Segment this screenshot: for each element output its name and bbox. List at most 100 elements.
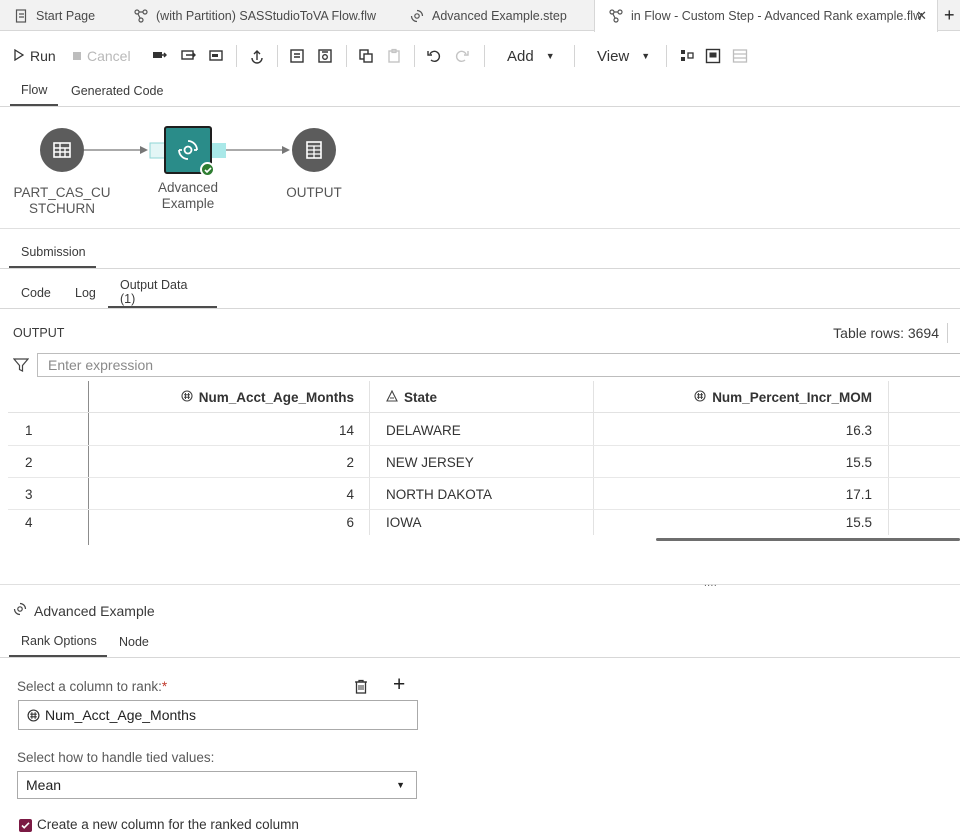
add-icon[interactable]: + — [393, 673, 405, 697]
cell-num-percent-incr-mom: 17.1 — [845, 486, 872, 502]
custom-step-icon — [410, 9, 424, 23]
node-label: Example — [161, 196, 215, 211]
run-button[interactable]: Run — [14, 38, 56, 74]
numeric-icon — [27, 708, 40, 722]
cell-num-percent-incr-mom: 15.5 — [845, 515, 872, 530]
cancel-button[interactable]: Cancel — [72, 38, 131, 74]
redo-button[interactable] — [454, 38, 470, 74]
tab-flow[interactable]: Flow — [10, 76, 59, 106]
save-icon — [290, 49, 304, 63]
arrange-icon — [681, 50, 694, 61]
flow-node-output[interactable]: OUTPUT — [254, 128, 374, 201]
caret-down-icon: ▼ — [396, 780, 405, 790]
tab-label: Advanced Example.step — [432, 8, 567, 23]
redo-icon — [455, 50, 469, 63]
create-ranked-column-checkbox[interactable] — [19, 819, 32, 832]
tab-node[interactable]: Node — [119, 627, 149, 657]
tab-log[interactable]: Log — [75, 278, 96, 308]
undo-button[interactable] — [426, 38, 442, 74]
column-header-label: Num_Percent_Incr_MOM — [712, 389, 872, 405]
table-row[interactable]: 3 4 NORTH DAKOTA 17.1 — [8, 478, 960, 510]
upload-icon — [251, 50, 263, 64]
tab-output-data[interactable]: Output Data (1) — [108, 278, 217, 308]
view-menu-button[interactable]: View ▼ — [597, 38, 650, 74]
horizontal-scrollbar[interactable] — [656, 538, 960, 541]
node-circle — [40, 128, 84, 172]
run-to-node-button[interactable] — [180, 38, 196, 74]
tab-label: Flow — [21, 83, 48, 97]
caret-down-icon: ▼ — [641, 51, 651, 61]
run-to-node-icon — [181, 50, 196, 60]
panel-resize-handle[interactable]: .... — [704, 578, 717, 589]
tab-label: Generated Code — [71, 84, 164, 98]
add-menu-button[interactable]: Add ▼ — [507, 38, 555, 74]
tab-label: Rank Options — [21, 634, 97, 648]
row-number: 4 — [25, 515, 33, 530]
delete-icon[interactable] — [354, 679, 368, 697]
tab-sas-flow[interactable]: (with Partition) SASStudioToVA Flow.flw — [120, 0, 392, 31]
tab-submission[interactable]: Submission — [9, 238, 96, 268]
tab-code[interactable]: Code — [21, 278, 51, 308]
paste-button[interactable] — [386, 38, 402, 74]
tied-values-select[interactable]: Mean ▼ — [17, 771, 417, 799]
column-header-num-acct-age-months[interactable]: Num_Acct_Age_Months — [89, 381, 354, 413]
tab-rank-example-flow[interactable]: in Flow - Custom Step - Advanced Rank ex… — [594, 0, 938, 32]
flow-node-input-table[interactable]: PART_CAS_CU STCHURN — [2, 128, 122, 217]
view-label: View — [597, 47, 630, 65]
tab-advanced-example-step[interactable]: Advanced Example.step — [396, 0, 592, 31]
output-data-grid: Num_Acct_Age_Months State Num_Percent_In… — [8, 381, 960, 545]
flow-canvas[interactable]: PART_CAS_CU STCHURN Advanced Example OUT… — [0, 108, 960, 228]
upload-button[interactable] — [249, 38, 265, 74]
table-row[interactable]: 2 2 NEW JERSEY 15.5 — [8, 446, 960, 478]
run-from-node-button[interactable] — [152, 38, 168, 74]
tab-label: (with Partition) SASStudioToVA Flow.flw — [156, 8, 376, 23]
table-row[interactable]: 4 6 IOWA 15.5 — [8, 510, 960, 535]
cell-state: IOWA — [386, 515, 422, 530]
arrange-nodes-button[interactable] — [679, 38, 695, 74]
table-row[interactable]: 1 14 DELAWARE 16.3 — [8, 414, 960, 446]
fit-view-button[interactable] — [705, 38, 721, 74]
copy-button[interactable] — [358, 38, 374, 74]
flow-icon — [609, 9, 623, 23]
create-ranked-column-label: Create a new column for the ranked colum… — [37, 817, 299, 832]
add-tab-icon[interactable]: + — [944, 5, 955, 26]
column-header-label: State — [404, 389, 438, 405]
flow-node-advanced-example[interactable]: Advanced Example — [128, 126, 248, 212]
column-header-label: Num_Acct_Age_Months — [198, 389, 354, 405]
node-label: PART_CAS_CU — [13, 185, 111, 200]
tab-start-page[interactable]: Start Page — [0, 0, 118, 31]
close-icon[interactable]: ✕ — [916, 8, 927, 24]
row-number: 2 — [25, 454, 33, 470]
run-node-button[interactable] — [208, 38, 224, 74]
tab-rank-options[interactable]: Rank Options — [9, 627, 107, 657]
selected-column-value: Num_Acct_Age_Months — [45, 707, 196, 723]
add-label: Add — [507, 47, 534, 65]
column-header-num-percent-incr-mom[interactable]: Num_Percent_Incr_MOM — [594, 381, 872, 413]
run-label: Run — [30, 48, 56, 64]
start-page-icon — [14, 8, 28, 23]
field-label-text: Select a column to rank: — [17, 679, 162, 694]
filter-icon[interactable] — [12, 357, 30, 376]
custom-step-icon — [178, 140, 198, 160]
tab-label: Node — [119, 635, 149, 649]
output-table-icon — [306, 141, 322, 159]
column-header-state[interactable]: State — [386, 381, 437, 413]
filter-expression-input[interactable]: Enter expression — [37, 353, 960, 377]
success-check-icon — [200, 162, 215, 177]
save-button[interactable] — [289, 38, 305, 74]
save-as-button[interactable] — [317, 38, 333, 74]
overview-button[interactable] — [732, 38, 748, 74]
row-number: 3 — [25, 486, 33, 502]
selected-column-field[interactable]: Num_Acct_Age_Months — [18, 700, 418, 730]
flow-view-tabs: Flow Generated Code — [0, 76, 960, 107]
tab-label: Start Page — [36, 8, 96, 23]
tab-label: Submission — [21, 245, 86, 259]
node-circle — [292, 128, 336, 172]
cell-state: NEW JERSEY — [386, 454, 474, 470]
cell-num-percent-incr-mom: 15.5 — [845, 454, 872, 470]
step-panel-title: Advanced Example — [34, 602, 155, 619]
tied-values-label: Select how to handle tied values: — [17, 750, 215, 765]
submission-tabs: Submission — [0, 238, 960, 269]
step-panel-header: Advanced Example — [13, 602, 155, 619]
tab-generated-code[interactable]: Generated Code — [71, 76, 163, 106]
